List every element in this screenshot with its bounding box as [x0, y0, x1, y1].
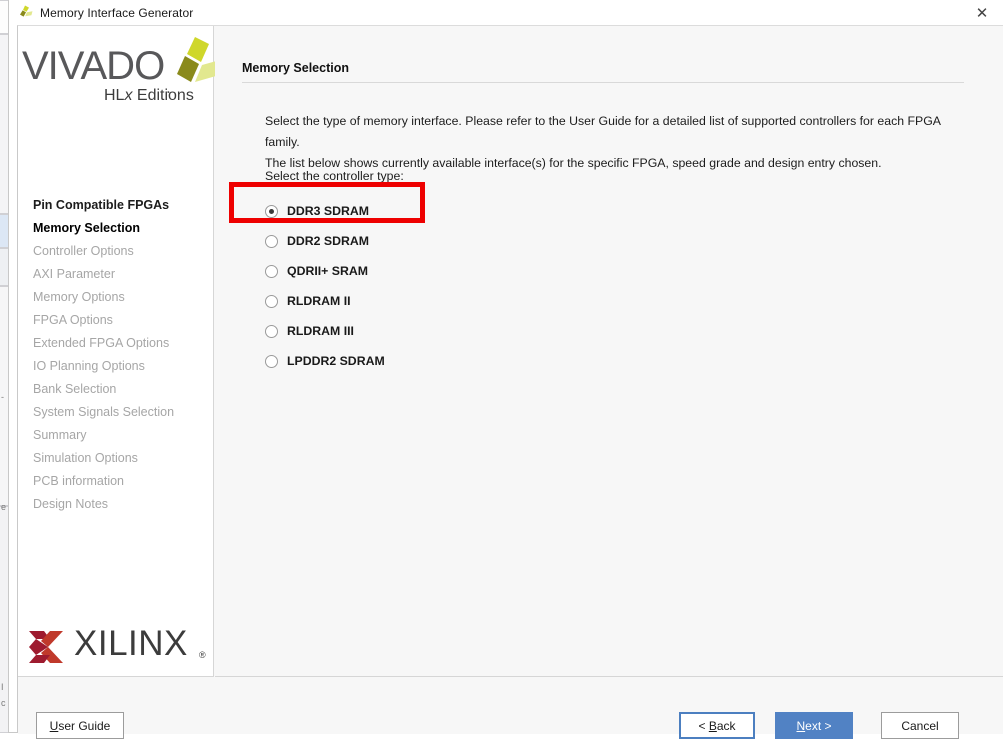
vivado-pinwheel-logo-icon	[165, 36, 221, 88]
radio-label: RLDRAM III	[287, 324, 354, 338]
sidebar-item-design-notes[interactable]: Design Notes	[33, 493, 213, 516]
wizard-step-list: Pin Compatible FPGAs Memory Selection Co…	[33, 194, 213, 516]
sidebar-item-memory-selection[interactable]: Memory Selection	[33, 217, 213, 240]
close-icon[interactable]: ✕	[971, 3, 993, 23]
radio-label: DDR2 SDRAM	[287, 234, 369, 248]
radio-option-ddr2-sdram[interactable]: DDR2 SDRAM	[265, 226, 385, 256]
radio-indicator[interactable]	[265, 354, 278, 368]
title-bar: Memory Interface Generator ✕	[9, 0, 1003, 25]
radio-option-ddr3-sdram[interactable]: DDR3 SDRAM	[265, 196, 385, 226]
radio-label: DDR3 SDRAM	[287, 204, 369, 218]
sidebar-item-io-planning-options[interactable]: IO Planning Options	[33, 355, 213, 378]
sidebar-item-controller-options[interactable]: Controller Options	[33, 240, 213, 263]
label-prefix: <	[698, 718, 709, 733]
xilinx-wordmark: XILINX	[74, 624, 188, 663]
label-rest: ack	[716, 718, 736, 733]
vivado-wordmark: VIVADO	[22, 44, 165, 88]
radio-option-qdrii-plus-sram[interactable]: QDRII+ SRAM	[265, 256, 385, 286]
description-line-1: Select the type of memory interface. Ple…	[265, 114, 941, 149]
label-rest: ser Guide	[58, 718, 111, 733]
label-rest: ext >	[805, 718, 832, 733]
mnemonic: B	[708, 718, 717, 733]
cancel-button[interactable]: Cancel	[881, 712, 959, 739]
window-title: Memory Interface Generator	[40, 5, 194, 20]
radio-indicator[interactable]	[265, 234, 278, 248]
memory-interface-generator-window: Memory Interface Generator ✕ VIVADO . HL…	[8, 0, 1003, 739]
background-text: c	[1, 698, 6, 708]
user-guide-button[interactable]: User Guide	[36, 712, 124, 739]
radio-label: RLDRAM II	[287, 294, 351, 308]
next-button[interactable]: Next >	[775, 712, 853, 739]
sidebar-item-pcb-information[interactable]: PCB information	[33, 470, 213, 493]
controller-type-radio-group: DDR3 SDRAM DDR2 SDRAM QDRII+ SRAM RLDRAM…	[265, 196, 385, 376]
sidebar-item-simulation-options[interactable]: Simulation Options	[33, 447, 213, 470]
sidebar-item-pin-compatible-fpgas[interactable]: Pin Compatible FPGAs	[33, 194, 213, 217]
radio-indicator[interactable]	[265, 264, 278, 278]
page-title: Memory Selection	[242, 61, 349, 75]
page-description: Select the type of memory interface. Ple…	[265, 111, 977, 174]
mnemonic: U	[49, 718, 59, 733]
sidebar-item-bank-selection[interactable]: Bank Selection	[33, 378, 213, 401]
mnemonic: N	[796, 718, 806, 733]
vivado-pinwheel-icon	[16, 5, 34, 21]
vivado-edition-tagline: HLx Editions	[104, 87, 194, 105]
radio-option-rldram-ii[interactable]: RLDRAM II	[265, 286, 385, 316]
tagline-prefix: HL	[104, 87, 125, 104]
background-text: e	[1, 502, 7, 512]
radio-label: QDRII+ SRAM	[287, 264, 368, 278]
radio-indicator[interactable]	[265, 204, 278, 218]
radio-option-lpddr2-sdram[interactable]: LPDDR2 SDRAM	[265, 346, 385, 376]
controller-type-label: Select the controller type:	[265, 169, 404, 183]
vivado-logo: VIVADO . HLx Editions	[20, 37, 220, 114]
sidebar-item-fpga-options[interactable]: FPGA Options	[33, 309, 213, 332]
sidebar-item-axi-parameter[interactable]: AXI Parameter	[33, 263, 213, 286]
xilinx-logo: XILINX ®	[28, 624, 208, 670]
registered-trademark-symbol: ®	[199, 650, 206, 660]
radio-indicator[interactable]	[265, 294, 278, 308]
sidebar-item-memory-options[interactable]: Memory Options	[33, 286, 213, 309]
sidebar-item-summary[interactable]: Summary	[33, 424, 213, 447]
title-divider	[242, 82, 964, 83]
sidebar-item-extended-fpga-options[interactable]: Extended FPGA Options	[33, 332, 213, 355]
background-text: -	[1, 392, 4, 402]
radio-label: LPDDR2 SDRAM	[287, 354, 385, 368]
radio-indicator[interactable]	[265, 324, 278, 338]
main-content-panel: Memory Selection Select the type of memo…	[215, 26, 1003, 677]
tagline-suffix: Editions	[132, 87, 194, 104]
sidebar-item-system-signals-selection[interactable]: System Signals Selection	[33, 401, 213, 424]
xilinx-x-mark-icon	[28, 629, 64, 665]
dialog-footer: User Guide < Back Next > Cancel	[18, 678, 1003, 739]
radio-option-rldram-iii[interactable]: RLDRAM III	[265, 316, 385, 346]
back-button[interactable]: < Back	[679, 712, 755, 739]
background-text: I	[1, 682, 4, 692]
window-body: VIVADO . HLx Editions Pin Compatible FPG…	[17, 25, 1003, 739]
navigation-sidebar: VIVADO . HLx Editions Pin Compatible FPG…	[18, 26, 220, 677]
